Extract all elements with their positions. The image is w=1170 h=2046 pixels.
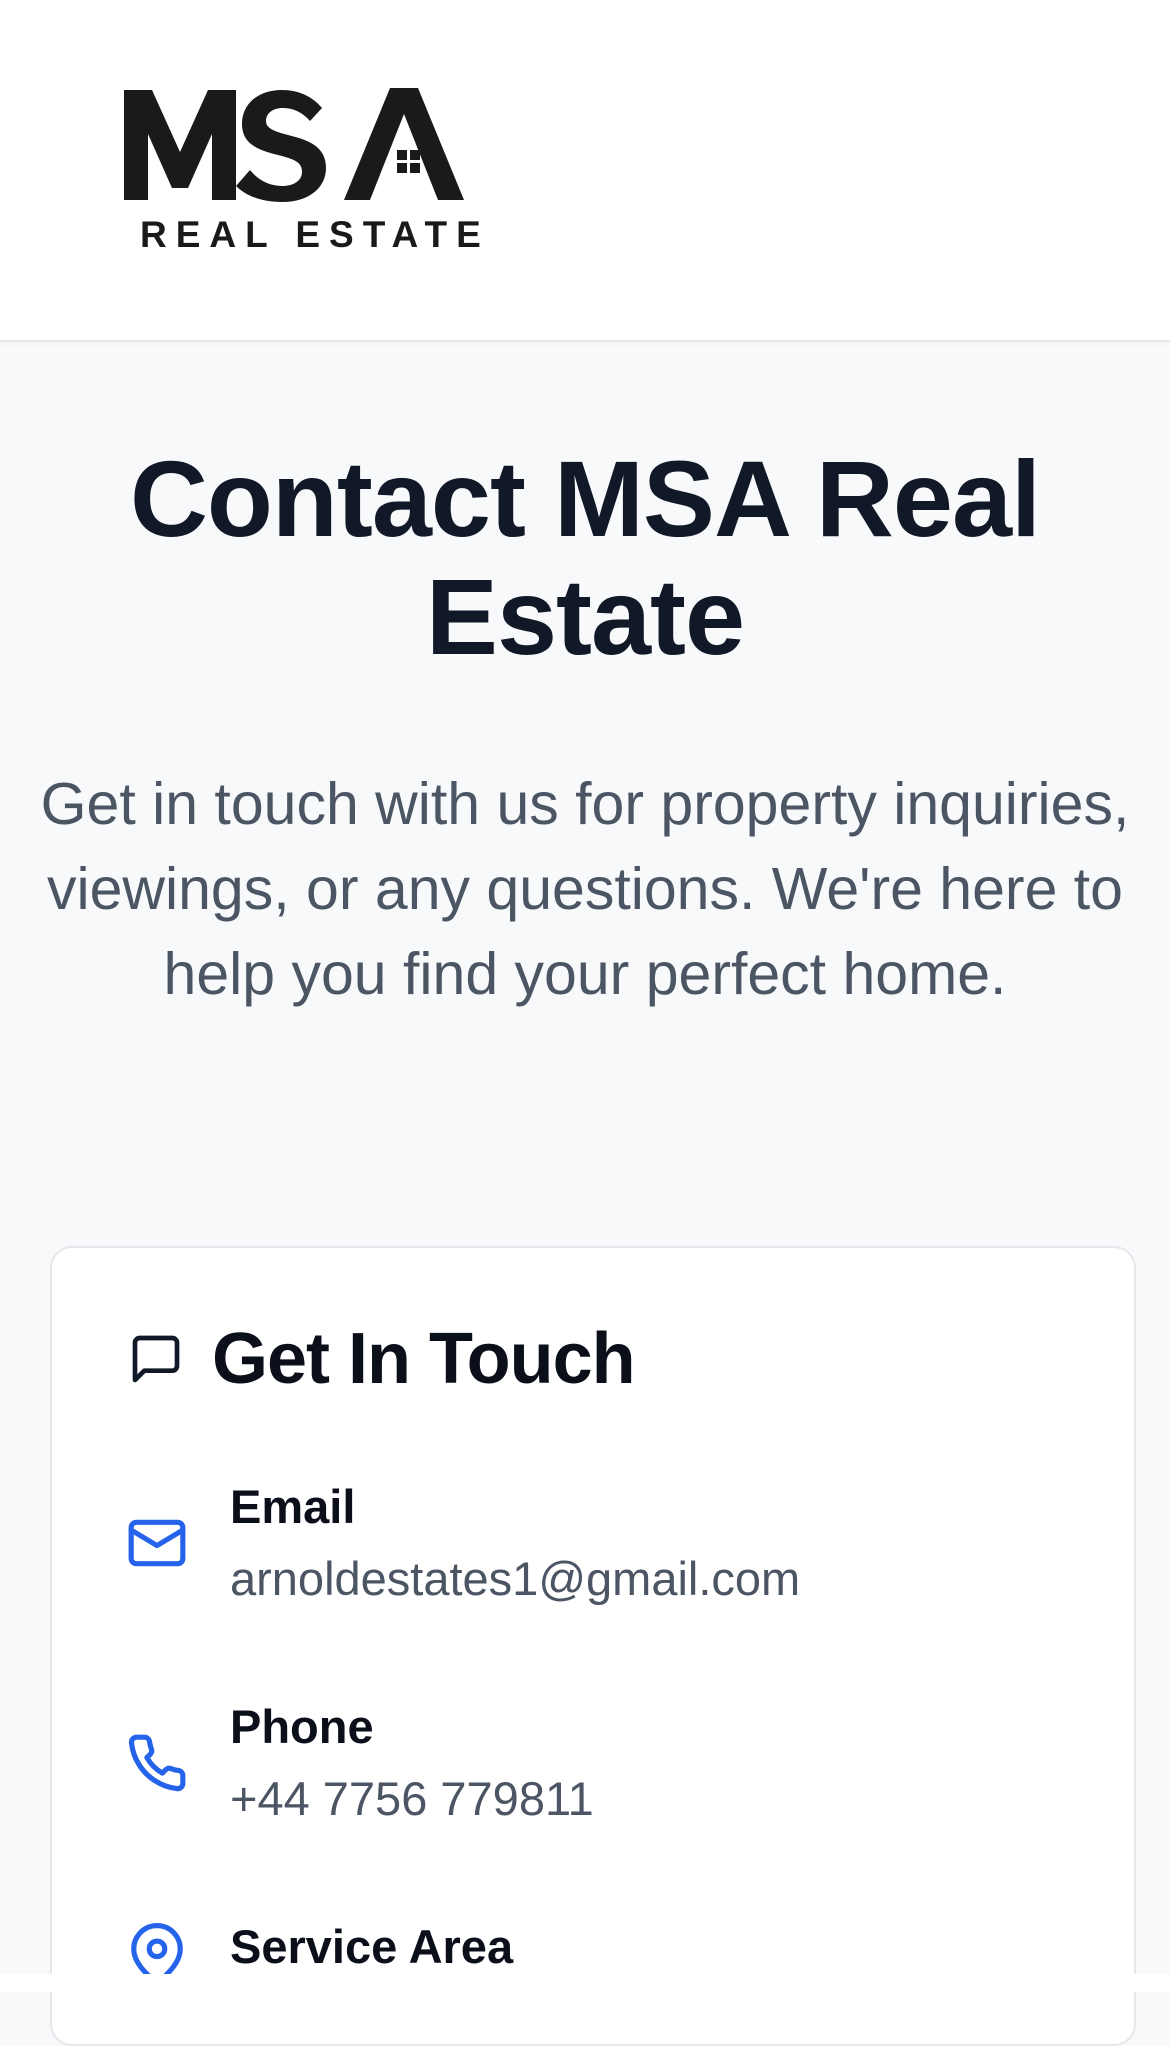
msa-real-estate-logo[interactable]: REAL ESTATE [122, 86, 481, 256]
card-title: Get In Touch [212, 1319, 636, 1399]
contact-label-email: Email [230, 1480, 356, 1533]
contact-value-email[interactable]: arnoldestates1@gmail.com [230, 1550, 800, 1608]
mail-icon [128, 1519, 186, 1567]
contact-value-phone[interactable]: +44 7756 779811 [230, 1770, 594, 1828]
contact-label-phone: Phone [230, 1700, 374, 1753]
message-square-icon [132, 1335, 180, 1383]
logo-subtitle: REAL ESTATE [140, 214, 490, 255]
contact-item-email[interactable]: Email arnoldestates1@gmail.com [126, 1478, 800, 1608]
contact-text-email: Email arnoldestates1@gmail.com [230, 1478, 800, 1608]
msa-logo-mark [124, 88, 464, 202]
page-subtitle: Get in touch with us for property inquir… [40, 771, 1130, 1007]
contact-item-phone[interactable]: Phone +44 7756 779811 [126, 1698, 594, 1828]
contact-card: Get In Touch Email arnoldestates1@gmail.… [50, 1246, 1136, 2046]
card-header: Get In Touch [128, 1318, 636, 1400]
phone-icon [128, 1734, 186, 1792]
contact-text-phone: Phone +44 7756 779811 [230, 1698, 594, 1828]
page-title: Contact MSA Real Estate [129, 438, 1041, 677]
viewport-bottom-edge [0, 1974, 1170, 1992]
site-header: REAL ESTATE [0, 0, 1170, 342]
contact-label-service-area: Service Area [230, 1920, 514, 1973]
